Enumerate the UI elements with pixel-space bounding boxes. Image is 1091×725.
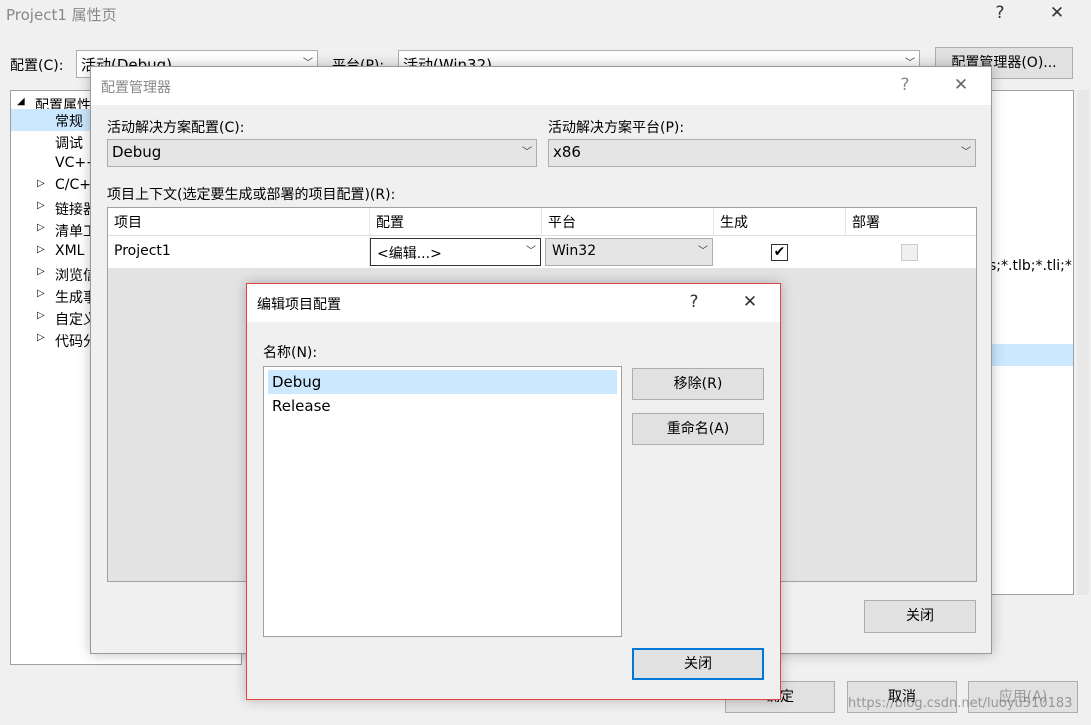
config-manager-close-dialog-button[interactable]: 关闭 — [864, 600, 976, 633]
chevron-down-icon: ﹀ — [522, 147, 532, 158]
row-config-value: <编辑...> — [377, 246, 442, 262]
build-checkbox[interactable]: ✔ — [771, 244, 788, 261]
row-platform-select[interactable]: Win32 ﹀ — [545, 238, 713, 266]
row-config-select[interactable]: <编辑...> ﹀ — [370, 238, 541, 266]
solution-config-select[interactable]: Debug ﹀ — [107, 139, 537, 167]
edit-config-close-dialog-button[interactable]: 关闭 — [632, 648, 764, 680]
edit-config-help-button[interactable]: ? — [684, 292, 704, 312]
config-manager-close-button[interactable]: ✕ — [949, 75, 973, 95]
tree-expand-icon[interactable]: ▷ — [37, 222, 45, 233]
tree-expand-icon[interactable]: ▷ — [37, 266, 45, 277]
row-project-name: Project1 — [108, 236, 370, 268]
config-manager-title: 配置管理器 — [101, 80, 171, 96]
chevron-down-icon: ﹀ — [698, 246, 708, 257]
config-label: 配置(C): — [10, 58, 64, 74]
edit-config-dialog: 编辑项目配置 ? ✕ 名称(N): Debug Release 移除(R) 重命… — [246, 283, 781, 700]
property-grid: s;*.tlb;*.tli;* — [989, 90, 1074, 595]
tree-expand-icon[interactable]: ▷ — [37, 332, 45, 343]
tree-expand-icon[interactable]: ▷ — [37, 310, 45, 321]
chevron-down-icon: ﹀ — [526, 246, 536, 257]
column-header-build[interactable]: 生成 — [714, 208, 846, 236]
column-header-config[interactable]: 配置 — [370, 208, 542, 236]
chevron-down-icon: ﹀ — [961, 147, 971, 158]
name-label: 名称(N): — [263, 345, 318, 361]
column-header-deploy[interactable]: 部署 — [846, 208, 976, 236]
tree-expand-icon[interactable]: ▷ — [37, 244, 45, 255]
edit-config-title: 编辑项目配置 — [257, 297, 341, 313]
property-value-fragment: s;*.tlb;*.tli;* — [989, 258, 1072, 274]
tree-expand-icon[interactable]: ▷ — [37, 178, 45, 189]
tree-expand-icon[interactable]: ◢ — [17, 96, 25, 107]
table-row: Project1 <编辑...> ﹀ Win32 ﹀ ✔ — [108, 236, 976, 268]
solution-platform-value: x86 — [553, 143, 581, 161]
tree-item-label: 调试 — [55, 136, 83, 152]
config-name-list[interactable]: Debug Release — [263, 366, 622, 637]
solution-platform-select[interactable]: x86 ﹀ — [548, 139, 976, 167]
tree-item-label: XML — [55, 243, 85, 259]
grid-header: 项目 配置 平台 生成 部署 — [108, 208, 976, 236]
tree-expand-icon[interactable]: ▷ — [37, 288, 45, 299]
project-context-label: 项目上下文(选定要生成或部署的项目配置)(R): — [107, 187, 396, 203]
property-grid-selected-row — [991, 344, 1073, 366]
scrollbar[interactable] — [1077, 90, 1089, 595]
close-button[interactable]: ✕ — [1045, 3, 1069, 23]
tree-expand-icon[interactable]: ▷ — [37, 200, 45, 211]
checkmark-icon: ✔ — [773, 244, 786, 260]
remove-button[interactable]: 移除(R) — [632, 368, 764, 400]
row-platform-value: Win32 — [552, 243, 597, 259]
column-header-platform[interactable]: 平台 — [542, 208, 714, 236]
list-item[interactable]: Debug — [272, 373, 321, 391]
solution-config-label: 活动解决方案配置(C): — [107, 120, 245, 136]
help-button[interactable]: ? — [990, 3, 1010, 23]
list-item[interactable]: Release — [272, 397, 331, 415]
deploy-checkbox[interactable] — [901, 244, 918, 261]
watermark: https://blog.csdn.net/luoyu510183 — [848, 696, 1073, 711]
rename-button[interactable]: 重命名(A) — [632, 413, 764, 445]
config-manager-help-button[interactable]: ? — [895, 75, 915, 95]
solution-platform-label: 活动解决方案平台(P): — [548, 120, 685, 136]
edit-config-close-button[interactable]: ✕ — [738, 292, 762, 312]
column-header-project[interactable]: 项目 — [108, 208, 370, 236]
config-manager-titlebar — [91, 67, 991, 105]
tree-item-label: 常规 — [55, 114, 83, 130]
tree-item-label: C/C+ — [55, 177, 91, 193]
window-title: Project1 属性页 — [6, 6, 117, 24]
solution-config-value: Debug — [112, 143, 162, 161]
